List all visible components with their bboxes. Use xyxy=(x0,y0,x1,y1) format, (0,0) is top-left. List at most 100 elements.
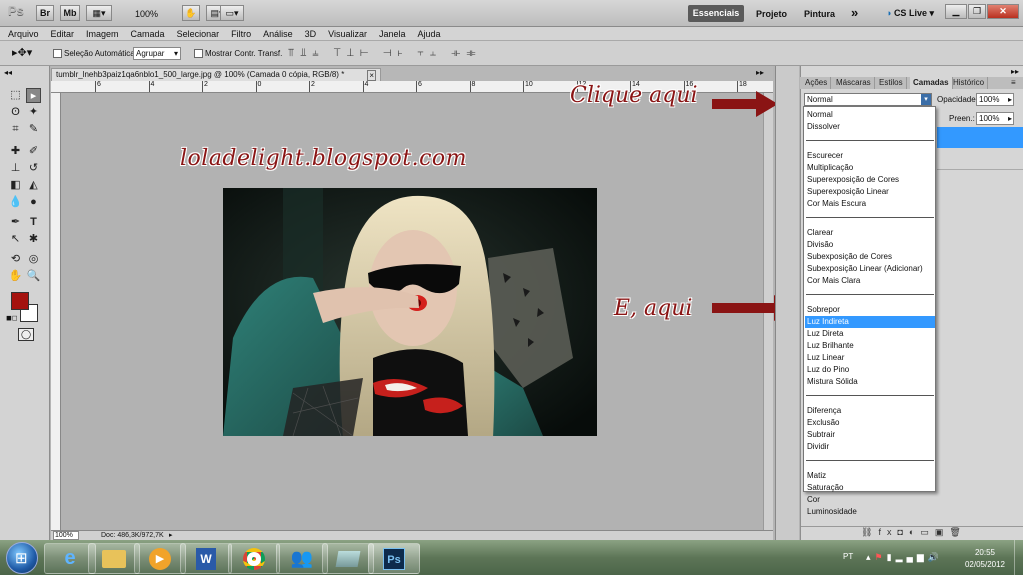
blur-tool[interactable]: 💧 xyxy=(8,195,23,210)
menu-window[interactable]: Janela xyxy=(373,27,412,41)
document-tab[interactable]: tumblr_lnehb3paiz1qa6nblo1_500_large.jpg… xyxy=(51,68,381,81)
align-buttons[interactable]: ⫪⫫⫨ ⊤⊥⊢ ⊣⊦ ⫟⫠ ⟛⟚ xyxy=(288,47,482,60)
foreground-color-swatch[interactable] xyxy=(11,292,29,310)
fill-arrow-icon[interactable]: ▸ xyxy=(1008,113,1012,124)
clone-stamp-tool[interactable]: ⊥ xyxy=(8,161,23,176)
blend-mode-option[interactable]: Subexposição Linear (Adicionar) xyxy=(805,263,935,275)
lasso-tool[interactable]: ʘ xyxy=(8,105,23,120)
3d-rotate-tool[interactable]: ⟲ xyxy=(8,252,23,267)
zoom-status-field[interactable]: 100% xyxy=(53,531,79,540)
blend-mode-option[interactable]: Normal xyxy=(805,109,935,121)
screen-mode-button[interactable]: ▭▾ xyxy=(220,5,244,21)
battery-icon[interactable]: ▮ xyxy=(887,552,896,562)
layer-row-selected[interactable] xyxy=(937,127,1023,148)
blend-mode-option[interactable]: Dividir xyxy=(805,441,935,453)
blend-mode-option[interactable]: Escurecer xyxy=(805,150,935,162)
blend-mode-option[interactable]: Superexposição Linear xyxy=(805,186,935,198)
restore-button[interactable]: ❐ xyxy=(968,4,986,19)
layer-style-icon[interactable]: fx xyxy=(878,527,897,537)
blend-mode-option[interactable]: Luz Brilhante xyxy=(805,340,935,352)
opacity-arrow-icon[interactable]: ▸ xyxy=(1008,94,1012,105)
clock-date[interactable]: 02/05/2012 xyxy=(962,560,1008,569)
clock-time[interactable]: 20:55 xyxy=(970,548,1000,557)
taskbar-chrome[interactable] xyxy=(228,543,280,574)
hand-tool-button[interactable]: ✋ xyxy=(182,5,200,21)
tab-styles[interactable]: Estilos xyxy=(876,77,907,89)
brush-tool[interactable]: ✐ xyxy=(26,144,41,159)
layer-mask-icon[interactable]: ◘ xyxy=(897,527,908,537)
blend-mode-option[interactable]: Matiz xyxy=(805,470,935,482)
minimize-button[interactable]: ▁ xyxy=(945,4,967,19)
menu-analysis[interactable]: Análise xyxy=(257,27,299,41)
quick-mask-icon[interactable]: ◯ xyxy=(18,328,34,341)
volume-icon[interactable]: 🔊 xyxy=(928,552,943,562)
zoom-level[interactable]: 100% xyxy=(135,9,158,19)
opacity-input[interactable]: 100% ▸ xyxy=(976,93,1014,106)
document-bar-collapse[interactable]: ▸▸ xyxy=(756,68,764,77)
path-select-tool[interactable]: ↖ xyxy=(8,232,23,247)
blend-mode-option[interactable]: Cor Mais Escura xyxy=(805,198,935,210)
workspace-project[interactable]: Projeto xyxy=(756,9,787,19)
blend-mode-option[interactable]: Luminosidade xyxy=(805,506,935,518)
menu-select[interactable]: Selecionar xyxy=(171,27,226,41)
taskbar-messenger[interactable]: 👥 xyxy=(276,543,328,574)
move-tool[interactable]: ▸ xyxy=(26,88,41,103)
blend-mode-option[interactable]: Luz Direta xyxy=(805,328,935,340)
menu-file[interactable]: Arquivo xyxy=(0,27,45,41)
blend-mode-option[interactable]: Cor xyxy=(805,494,935,506)
default-colors-icon[interactable]: ◼◻ xyxy=(6,314,18,322)
menu-image[interactable]: Imagem xyxy=(80,27,125,41)
trash-icon[interactable]: 🗑 xyxy=(949,527,966,537)
bridge-button[interactable]: Br xyxy=(36,5,54,21)
new-layer-icon[interactable]: ▣ xyxy=(935,527,950,537)
type-tool[interactable]: T xyxy=(26,215,41,230)
flag-icon[interactable]: ⚑ xyxy=(875,552,887,562)
tab-actions[interactable]: Ações xyxy=(802,77,832,89)
tray-arrow-icon[interactable]: ▴ xyxy=(866,552,875,562)
dodge-tool[interactable]: ● xyxy=(26,195,41,210)
blend-mode-option[interactable]: Saturação xyxy=(805,482,935,494)
taskbar-photoshop[interactable]: Ps xyxy=(368,543,420,574)
show-desktop-button[interactable] xyxy=(1014,540,1023,575)
3d-orbit-tool[interactable]: ◎ xyxy=(26,252,41,267)
hand-tool[interactable]: ✋ xyxy=(8,269,23,284)
blend-mode-option[interactable]: Subexposição de Cores xyxy=(805,251,935,263)
zoom-tool[interactable]: 🔍 xyxy=(26,269,41,284)
network-icon[interactable]: ▂▄▆ xyxy=(896,552,928,562)
auto-select-checkbox[interactable] xyxy=(53,49,62,58)
auto-select-dropdown[interactable]: Agrupar ▾ xyxy=(133,47,181,60)
chevron-down-icon[interactable]: ▾ xyxy=(921,94,931,105)
menu-layer[interactable]: Camada xyxy=(125,27,171,41)
blend-mode-select[interactable]: Normal ▾ xyxy=(804,93,932,106)
blend-mode-option[interactable]: Subtrair xyxy=(805,429,935,441)
taskbar-media-player[interactable]: ▶ xyxy=(134,543,186,574)
close-window-button[interactable]: ✕ xyxy=(987,4,1019,19)
tool-preset-picker[interactable]: ▸✥▾ xyxy=(12,46,42,60)
fill-input[interactable]: 100% ▸ xyxy=(976,112,1014,125)
healing-brush-tool[interactable]: ✚ xyxy=(8,144,23,159)
workspace-painting[interactable]: Pintura xyxy=(804,9,835,19)
taskbar-window-switcher[interactable] xyxy=(322,543,374,574)
cs-live-button[interactable]: ◑ CS Live ▾ xyxy=(886,8,934,19)
menu-edit[interactable]: Editar xyxy=(45,27,81,41)
language-indicator[interactable]: PT xyxy=(843,552,853,561)
tab-layers[interactable]: Camadas xyxy=(910,77,953,89)
link-layers-icon[interactable]: ⛓ xyxy=(861,527,878,537)
quick-select-tool[interactable]: ✦ xyxy=(26,105,41,120)
blend-mode-option[interactable]: Diferença xyxy=(805,405,935,417)
marquee-tool[interactable]: ⬚ xyxy=(8,88,23,103)
blend-mode-option[interactable]: Multiplicação xyxy=(805,162,935,174)
close-document-icon[interactable]: × xyxy=(367,70,376,81)
blend-mode-option[interactable]: Luz Linear xyxy=(805,352,935,364)
panel-menu-icon[interactable]: ≡ xyxy=(1008,77,1019,89)
panel-dock-collapse-icon[interactable]: ▸▸ xyxy=(1011,67,1019,76)
eyedropper-tool[interactable]: ✎ xyxy=(26,122,41,137)
tray-icons[interactable]: ▴⚑▮▂▄▆🔊 xyxy=(866,552,943,563)
blend-mode-option[interactable]: Luz do Pino xyxy=(805,364,935,376)
view-extras-button[interactable]: ▦▾ xyxy=(86,5,112,21)
menu-3d[interactable]: 3D xyxy=(299,27,323,41)
blend-mode-option[interactable]: Exclusão xyxy=(805,417,935,429)
eraser-tool[interactable]: ◧ xyxy=(8,178,23,193)
panel-collapse-icon[interactable]: ◂◂ xyxy=(4,68,12,77)
shape-tool[interactable]: ✱ xyxy=(26,232,41,247)
